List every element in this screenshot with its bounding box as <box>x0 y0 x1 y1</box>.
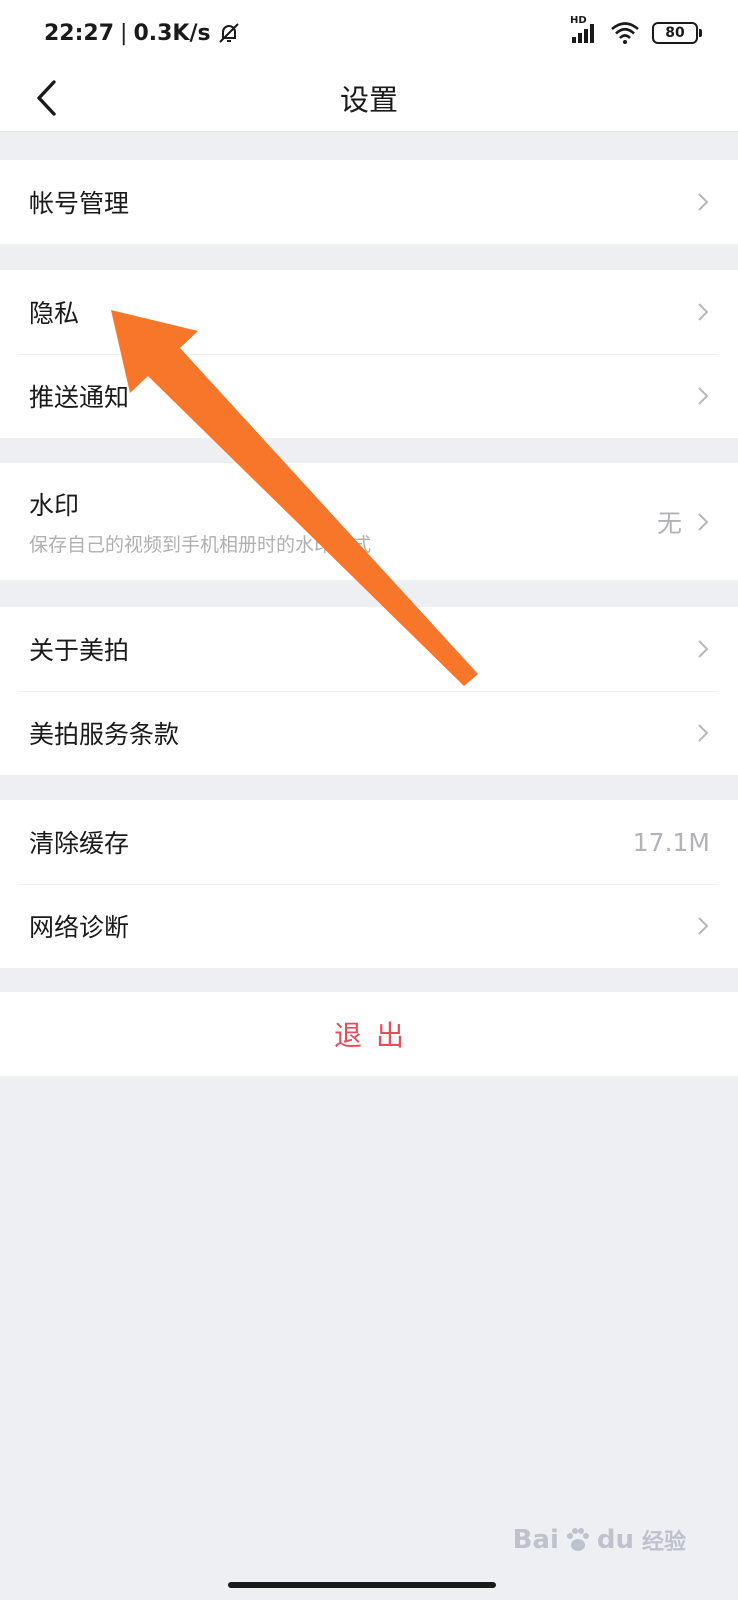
back-icon <box>34 78 58 118</box>
chevron-right-icon <box>696 301 710 323</box>
watermark-du: du <box>596 1525 634 1555</box>
status-left: 22:27 | 0.3K/s <box>44 16 241 50</box>
page-title: 设置 <box>339 83 398 117</box>
watermark-bai: Bai <box>512 1525 559 1555</box>
logout-label: 退出 <box>333 1019 418 1052</box>
row-terms-of-service[interactable]: 美拍服务条款 <box>0 691 738 775</box>
group-account: 帐号管理 <box>0 160 738 244</box>
row-value: 17.1M <box>632 827 710 857</box>
battery-icon: 80 <box>652 22 702 44</box>
status-time: 22:27 <box>44 20 115 46</box>
chevron-right-icon <box>696 511 710 533</box>
paw-icon <box>563 1525 593 1555</box>
group-about: 关于美拍 美拍服务条款 <box>0 607 738 775</box>
back-button[interactable] <box>18 72 74 124</box>
watermark-cn: 经验 <box>641 1530 686 1555</box>
battery-level: 80 <box>665 25 685 41</box>
row-texts: 水印 保存自己的视频到手机相册时的水印样式 <box>29 486 657 557</box>
row-value: 无 <box>656 508 682 538</box>
row-privacy[interactable]: 隐私 <box>0 270 738 354</box>
signal-icon: HD <box>570 15 598 45</box>
row-label: 关于美拍 <box>29 636 130 665</box>
row-label: 美拍服务条款 <box>29 720 180 749</box>
row-label: 水印 <box>29 491 80 520</box>
bell-off-icon <box>217 21 241 45</box>
group-watermark: 水印 保存自己的视频到手机相册时的水印样式 无 <box>0 463 738 580</box>
group-tools: 清除缓存 17.1M 网络诊断 <box>0 800 738 968</box>
chevron-right-icon <box>696 722 710 744</box>
net-speed: 0.3K/s <box>133 20 211 46</box>
row-label: 清除缓存 <box>29 829 130 858</box>
row-push-notifications[interactable]: 推送通知 <box>0 354 738 438</box>
wifi-icon <box>610 21 640 45</box>
row-clear-cache[interactable]: 清除缓存 17.1M <box>0 800 738 884</box>
row-description: 保存自己的视频到手机相册时的水印样式 <box>29 534 372 556</box>
chevron-right-icon <box>696 191 710 213</box>
status-bar: 22:27 | 0.3K/s HD 80 <box>0 0 738 64</box>
row-label: 推送通知 <box>29 383 130 412</box>
row-account-management[interactable]: 帐号管理 <box>0 160 738 244</box>
signal-hd-tag: HD <box>570 15 587 26</box>
chevron-right-icon <box>696 385 710 407</box>
logout-button[interactable]: 退出 <box>0 992 738 1076</box>
baidu-watermark: Bai du 经验 <box>513 1524 686 1556</box>
row-label: 隐私 <box>29 299 80 328</box>
chevron-right-icon <box>696 915 710 937</box>
group-privacy: 隐私 推送通知 <box>0 270 738 438</box>
status-right: HD 80 <box>570 15 702 50</box>
status-divider: | <box>120 20 128 46</box>
home-indicator[interactable] <box>228 1582 496 1588</box>
row-label: 帐号管理 <box>29 189 130 218</box>
nav-bar: 设置 <box>0 64 738 132</box>
row-label: 网络诊断 <box>29 913 130 942</box>
row-watermark[interactable]: 水印 保存自己的视频到手机相册时的水印样式 无 <box>0 463 738 580</box>
row-about-meipai[interactable]: 关于美拍 <box>0 607 738 691</box>
chevron-right-icon <box>696 638 710 660</box>
row-network-diagnosis[interactable]: 网络诊断 <box>0 884 738 968</box>
